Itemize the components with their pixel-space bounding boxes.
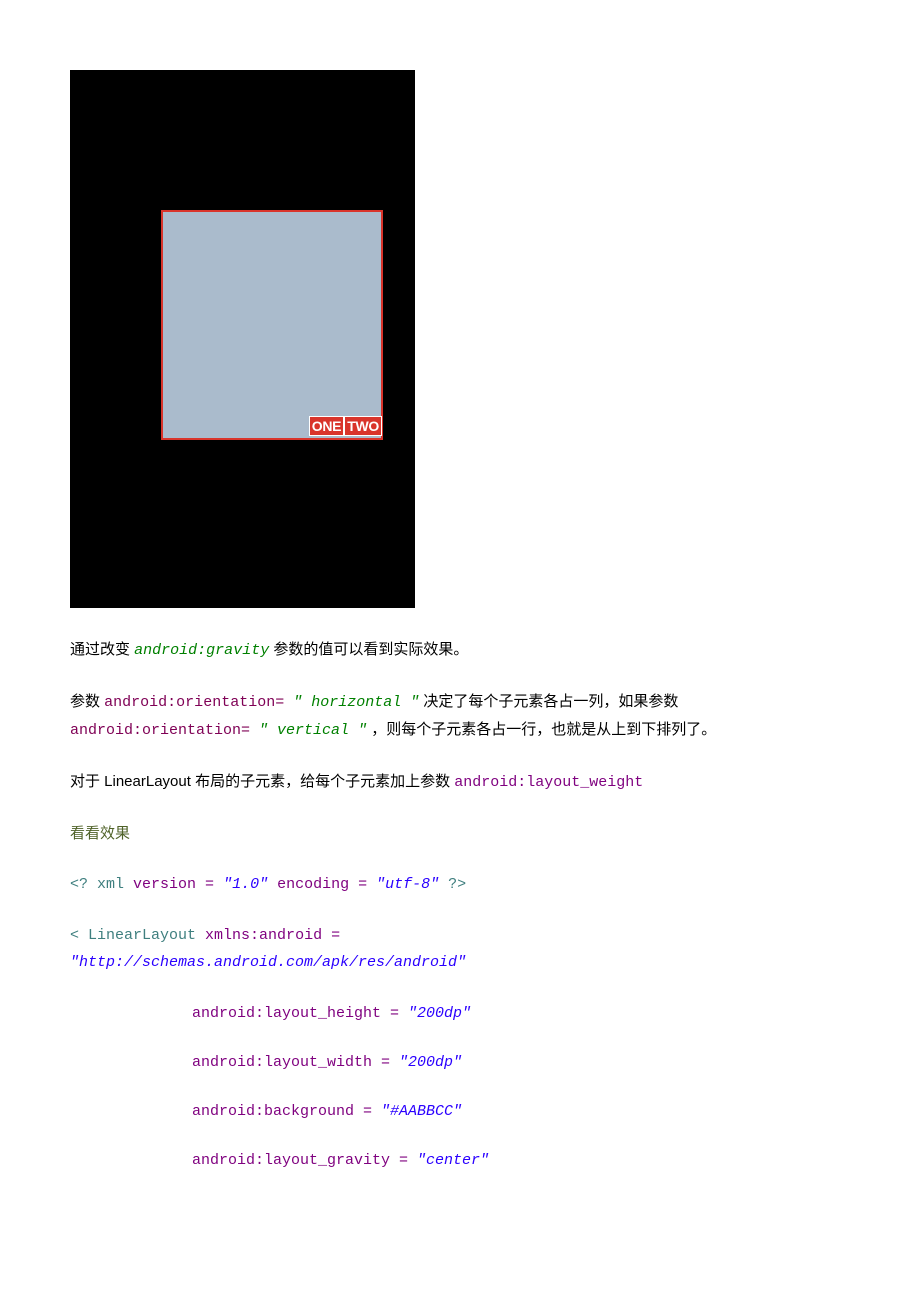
text: 对于 LinearLayout 布局的子元素，给每个子元素加上参数 [70,773,454,790]
paragraph-gravity: 通过改变 android:gravity 参数的值可以看到实际效果。 [70,636,850,664]
xml-open: < [70,927,88,944]
xml-attr: version = [124,876,223,893]
text: 参数 [70,693,104,710]
xml-close: ?> [439,876,466,893]
xml-tagname: LinearLayout [88,927,196,944]
paragraph-weight: 对于 LinearLayout 布局的子元素，给每个子元素加上参数 androi… [70,768,850,796]
code-attr: android:layout_weight [454,774,643,791]
xml-val: "1.0" [223,876,268,893]
badge-two: TWO [344,416,382,436]
xml-attr-background: android:background = "#AABBCC" [70,1098,850,1125]
code-val: " horizontal " [293,694,419,711]
xml-attr: encoding = [268,876,376,893]
xml-declaration: <? xml version = "1.0" encoding = "utf-8… [70,871,850,898]
xml-val: "utf-8" [376,876,439,893]
xml-name: xml [97,876,124,893]
text: 通过改变 [70,641,134,658]
preview-badges: ONETWO [309,414,382,439]
xml-attr-layout-gravity: android:layout_gravity = "center" [70,1147,850,1174]
attr-key: android:layout_gravity = [192,1152,417,1169]
attr-key: android:layout_height = [192,1005,408,1022]
xml-attr-height: android:layout_height = "200dp" [70,1000,850,1027]
attr-key: android:background = [192,1103,381,1120]
attr-val: "#AABBCC" [381,1103,462,1120]
text: ，则每个子元素各占一行，也就是从上到下排列了。 [367,721,716,738]
text: 参数的值可以看到实际效果。 [269,641,468,658]
attr-val: "center" [417,1152,489,1169]
xml-open: <? [70,876,97,893]
attr-key: android:layout_width = [192,1054,399,1071]
layout-preview-device: ONETWO [70,70,415,608]
paragraph-orientation: 参数 android:orientation= " horizontal " 决… [70,688,850,744]
text: 决定了每个子元素各占一列，如果参数 [419,693,678,710]
code-val: " vertical " [259,722,367,739]
xml-linearlayout-open: < LinearLayout xmlns:android = "http://s… [70,922,850,976]
code-attr: android:orientation= [70,722,259,739]
xml-namespace: "http://schemas.android.com/apk/res/andr… [70,954,466,971]
attr-val: "200dp" [408,1005,471,1022]
code-gravity: android:gravity [134,642,269,659]
layout-preview-container: ONETWO [161,210,383,440]
badge-one: ONE [309,416,344,436]
xml-attr-width: android:layout_width = "200dp" [70,1049,850,1076]
xml-attr: xmlns:android = [196,927,340,944]
section-heading: 看看效果 [70,820,850,847]
code-attr: android:orientation= [104,694,293,711]
attr-val: "200dp" [399,1054,462,1071]
